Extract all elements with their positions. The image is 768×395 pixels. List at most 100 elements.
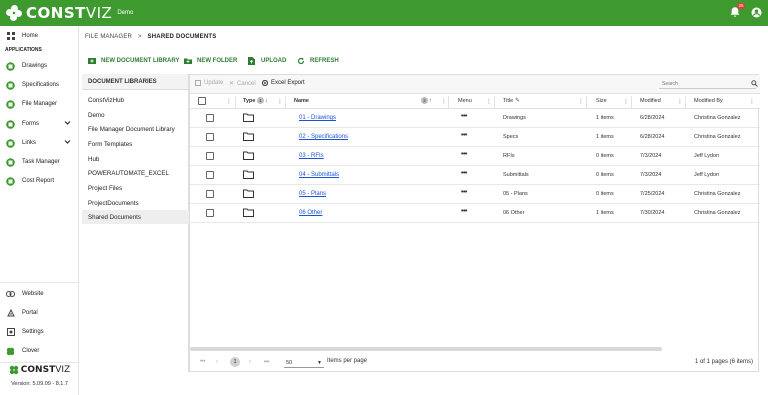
- folder-icon: [243, 113, 254, 122]
- page-size-select[interactable]: 50 ▼: [284, 357, 324, 368]
- sidebar-item-label: Cost Report: [22, 178, 55, 184]
- chevron-down-icon[interactable]: [64, 120, 71, 128]
- update-button[interactable]: Update: [195, 80, 223, 86]
- sidebar-item-website[interactable]: Website: [0, 287, 79, 301]
- top-bar: CONSTVIZ Demo 25: [0, 0, 768, 26]
- column-menu-icon[interactable]: ⋮: [226, 98, 232, 105]
- table-row[interactable]: 06 Other ••• 06 Other 1 items 7/30/2024 …: [190, 204, 760, 223]
- chevron-down-icon[interactable]: [64, 139, 71, 147]
- row-menu-icon[interactable]: •••: [461, 132, 467, 139]
- new-folder-button[interactable]: NEW FOLDER: [184, 56, 237, 66]
- column-menu-icon[interactable]: ⋮: [677, 98, 683, 105]
- sidebar-item-home[interactable]: Home: [0, 29, 79, 43]
- column-menu-icon[interactable]: ⋮: [578, 98, 584, 105]
- library-item-file-manager-document-library[interactable]: File Manager Document Library: [82, 122, 189, 136]
- table-row[interactable]: 03 - RFIs ••• RFIs 0 items 7/3/2024 Jeff…: [190, 147, 760, 166]
- app-logo[interactable]: CONSTVIZ Demo: [6, 4, 133, 22]
- horizontal-scrollbar[interactable]: [190, 347, 662, 351]
- column-menu-icon[interactable]: ⋮: [277, 98, 283, 105]
- row-title: Submittals: [503, 172, 529, 178]
- library-item-constvizhub[interactable]: ConstVizHub: [82, 93, 189, 107]
- library-item-project-files[interactable]: Project Files: [82, 181, 189, 195]
- row-modified: 6/28/2024: [640, 115, 665, 121]
- table-row[interactable]: 02 - Specifications ••• Specs 1 items 6/…: [190, 128, 760, 147]
- column-header-modified[interactable]: Modified: [640, 98, 661, 104]
- documents-grid: Update ✕ Cancel Excel Export ⋮ Type 1 ↓ …: [189, 74, 760, 372]
- row-menu-icon[interactable]: •••: [461, 170, 467, 177]
- column-header-size[interactable]: Size: [596, 98, 607, 104]
- new-document-library-button[interactable]: NEW DOCUMENT LIBRARY: [88, 56, 179, 66]
- library-item-demo[interactable]: Demo: [82, 108, 189, 122]
- row-size: 0 items: [596, 191, 614, 197]
- sidebar-item-cost-report[interactable]: Cost Report: [0, 174, 79, 188]
- table-row[interactable]: 05 - Plans ••• 05 - Plans 0 items 7/25/2…: [190, 185, 760, 204]
- logo-wordmark: CONSTVIZ: [26, 4, 113, 22]
- library-item-form-templates[interactable]: Form Templates: [82, 137, 189, 151]
- column-header-type[interactable]: Type: [243, 98, 255, 104]
- refresh-button[interactable]: REFRESH: [297, 56, 339, 66]
- sidebar-item-links[interactable]: Links: [0, 136, 79, 150]
- sidebar-item-label: File Manager: [22, 101, 58, 107]
- current-page-button[interactable]: 1: [230, 357, 240, 367]
- row-menu-icon[interactable]: •••: [461, 151, 467, 158]
- row-checkbox[interactable]: [206, 209, 214, 217]
- library-item-shared-documents[interactable]: Shared Documents: [82, 210, 189, 224]
- next-page-icon[interactable]: ›: [249, 359, 251, 365]
- row-checkbox[interactable]: [206, 133, 214, 141]
- column-header-title[interactable]: Title: [503, 98, 513, 104]
- previous-page-icon[interactable]: ‹: [216, 359, 218, 365]
- user-profile-button[interactable]: [751, 7, 762, 18]
- column-menu-icon[interactable]: ⋮: [486, 98, 492, 105]
- sidebar-item-drawings[interactable]: Drawings: [0, 59, 79, 73]
- column-menu-icon[interactable]: ⋮: [623, 98, 629, 105]
- library-item-projectdocuments[interactable]: ProjectDocuments: [82, 196, 189, 210]
- sidebar-item-portal[interactable]: Portal: [0, 306, 79, 320]
- sidebar-item-specifications[interactable]: Specifications: [0, 78, 79, 92]
- row-checkbox[interactable]: [206, 114, 214, 122]
- library-item-powerautomate-excel[interactable]: POWERAUTOMATE_EXCEL: [82, 166, 189, 180]
- table-row[interactable]: 01 - Drawings ••• Drawings 1 items 6/28/…: [190, 109, 760, 128]
- notifications-button[interactable]: 25: [729, 3, 745, 18]
- row-name-link[interactable]: 06 Other: [299, 210, 322, 216]
- upload-button[interactable]: UPLOAD: [248, 56, 286, 66]
- first-page-icon[interactable]: ⏮: [200, 359, 205, 366]
- user-account-icon: [751, 7, 762, 17]
- column-menu-icon[interactable]: ⋮: [749, 98, 755, 105]
- row-name-link[interactable]: 01 - Drawings: [299, 115, 336, 121]
- library-item-hub[interactable]: Hub: [82, 152, 189, 166]
- excel-export-button[interactable]: Excel Export: [262, 80, 305, 86]
- row-menu-icon[interactable]: •••: [461, 189, 467, 196]
- row-name-link[interactable]: 02 - Specifications: [299, 134, 348, 140]
- drawings-icon: [6, 61, 15, 71]
- breadcrumb-parent[interactable]: FILE MANAGER: [85, 34, 132, 40]
- sidebar-item-file-manager[interactable]: File Manager: [0, 97, 79, 111]
- notification-badge: 25: [736, 3, 745, 9]
- sort-up-icon[interactable]: ↑: [429, 98, 432, 104]
- sidebar-item-settings[interactable]: Settings: [0, 325, 79, 339]
- row-name-link[interactable]: 05 - Plans: [299, 191, 326, 197]
- sidebar-item-label: Drawings: [22, 63, 48, 69]
- column-header-name[interactable]: Name: [294, 98, 309, 104]
- select-all-checkbox[interactable]: [198, 97, 206, 105]
- row-checkbox[interactable]: [206, 190, 214, 198]
- row-menu-icon[interactable]: •••: [461, 113, 467, 120]
- sidebar-section-label: APPLICATIONS: [5, 47, 42, 53]
- row-checkbox[interactable]: [206, 152, 214, 160]
- row-checkbox[interactable]: [206, 171, 214, 179]
- table-row[interactable]: 04 - Submittals ••• Submittals 0 items 7…: [190, 166, 760, 185]
- search-icon[interactable]: [751, 80, 758, 87]
- row-modified-by: Christina Gonzalez: [694, 134, 741, 140]
- row-name-link[interactable]: 04 - Submittals: [299, 172, 339, 178]
- search-input[interactable]: [659, 77, 756, 89]
- column-menu-icon[interactable]: ⋮: [441, 98, 447, 105]
- sidebar-item-forms[interactable]: Forms: [0, 117, 79, 131]
- row-size: 1 items: [596, 115, 614, 121]
- row-name-link[interactable]: 03 - RFIs: [299, 153, 324, 159]
- last-page-icon[interactable]: ⏭: [264, 359, 269, 366]
- sort-down-icon[interactable]: ↓: [265, 98, 268, 104]
- column-header-modified-by[interactable]: Modified By: [694, 98, 723, 104]
- cancel-button[interactable]: ✕ Cancel: [229, 80, 256, 88]
- sidebar-item-task-manager[interactable]: Task Manager: [0, 155, 79, 169]
- row-menu-icon[interactable]: •••: [461, 208, 467, 215]
- sidebar-item-clover[interactable]: Clover: [0, 344, 79, 358]
